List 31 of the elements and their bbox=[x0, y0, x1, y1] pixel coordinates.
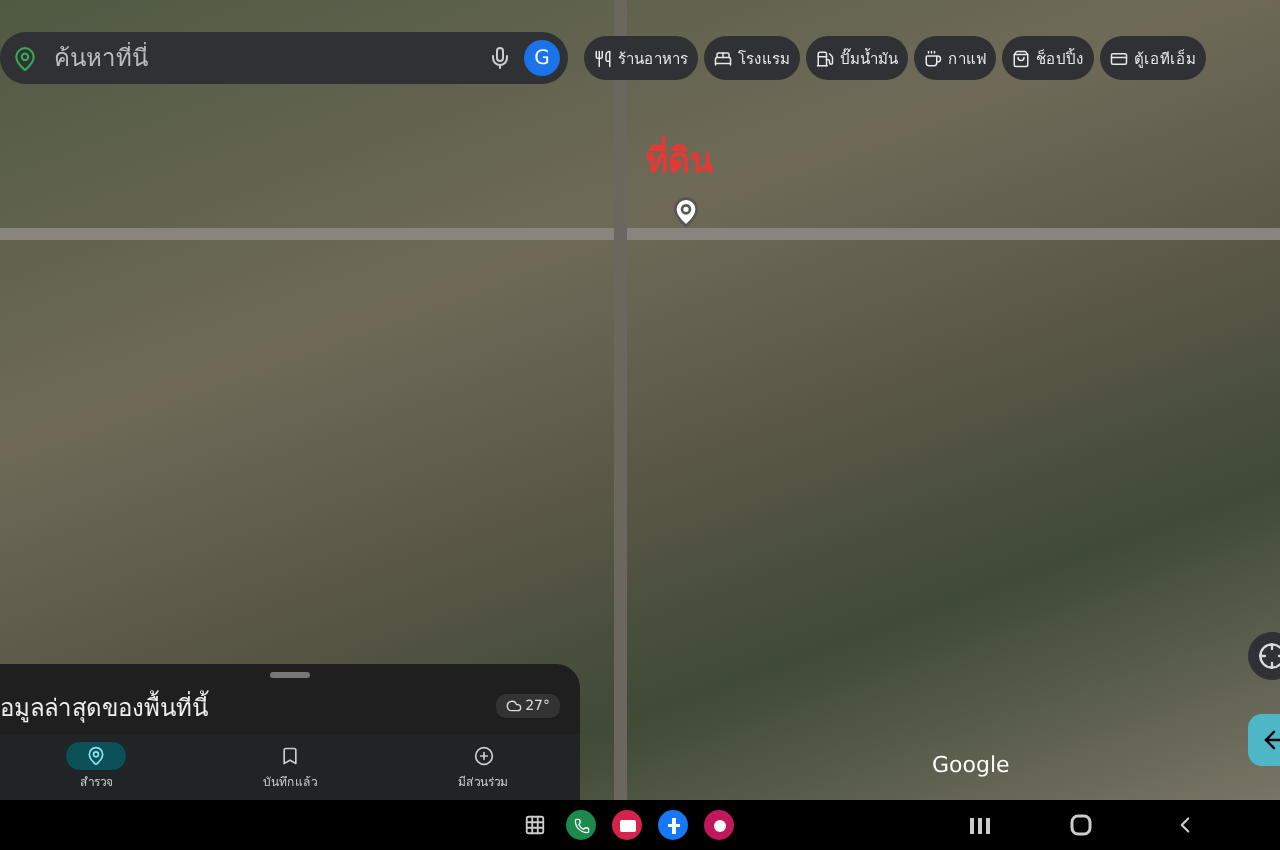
cloud-icon bbox=[505, 698, 522, 714]
annotation-text: ที่ดิน bbox=[646, 132, 714, 186]
bars-icon bbox=[970, 817, 990, 833]
bed-icon bbox=[714, 49, 732, 67]
mic-icon[interactable] bbox=[488, 46, 512, 70]
sheet-title: อมูลล่าสุดของพื้นที่นี้ bbox=[0, 688, 208, 725]
map-attribution: Google bbox=[932, 752, 1010, 778]
arrow-icon bbox=[1260, 726, 1280, 754]
home-button[interactable] bbox=[1070, 814, 1092, 836]
grid-icon bbox=[524, 814, 546, 836]
search-field[interactable]: ค้นหาที่นี่ G bbox=[0, 32, 568, 84]
phone-app-icon[interactable] bbox=[566, 810, 596, 840]
fork-knife-icon bbox=[594, 49, 612, 67]
recents-button[interactable] bbox=[970, 817, 990, 833]
plus-circle-icon bbox=[473, 746, 494, 766]
fuel-pump-icon bbox=[816, 49, 834, 67]
drag-handle[interactable] bbox=[270, 672, 310, 678]
pin-icon bbox=[86, 746, 107, 766]
square-icon bbox=[1070, 814, 1092, 836]
bag-icon bbox=[1012, 49, 1030, 67]
bookmark-icon bbox=[280, 746, 300, 766]
crosshair-icon bbox=[1258, 642, 1280, 670]
app-grid-icon[interactable] bbox=[524, 814, 546, 836]
pin-icon bbox=[670, 196, 702, 228]
phone-icon bbox=[573, 817, 589, 833]
video-app-icon[interactable] bbox=[612, 810, 642, 840]
card-icon bbox=[1110, 49, 1128, 67]
search-input[interactable]: ค้นหาที่นี่ bbox=[50, 42, 476, 74]
cup-icon bbox=[924, 49, 942, 67]
account-avatar[interactable]: G bbox=[524, 40, 560, 76]
maps-pin-icon bbox=[12, 45, 38, 71]
